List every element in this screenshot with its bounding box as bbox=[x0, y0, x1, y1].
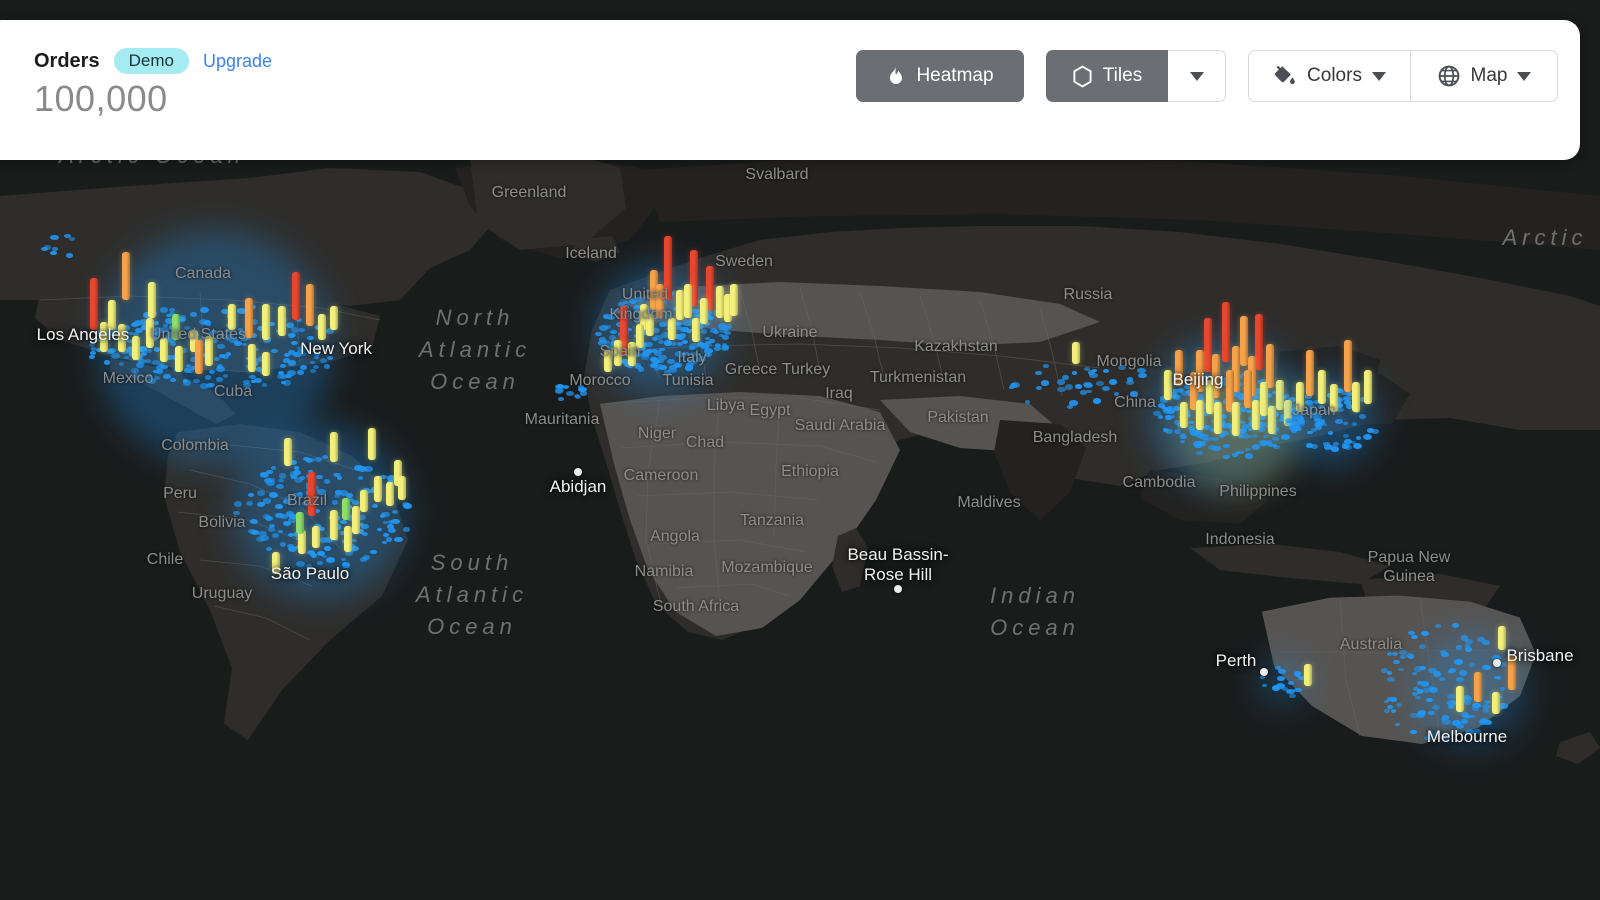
colors-button[interactable]: Colors bbox=[1248, 50, 1410, 102]
chevron-down-icon bbox=[1517, 71, 1532, 81]
title-row: Orders Demo Upgrade bbox=[34, 48, 272, 74]
hexagon-icon bbox=[1072, 65, 1093, 88]
tiles-button[interactable]: Tiles bbox=[1046, 50, 1168, 102]
flame-icon bbox=[886, 65, 906, 87]
map-toolbar: Heatmap Tiles Colors Map bbox=[856, 50, 1558, 102]
colors-button-label: Colors bbox=[1307, 65, 1362, 86]
metric-value: 100,000 bbox=[34, 78, 168, 119]
stats-panel: Orders Demo Upgrade 100,000 Heatmap Tile… bbox=[0, 20, 1580, 160]
globe-icon bbox=[1437, 64, 1461, 88]
tiles-button-label: Tiles bbox=[1102, 65, 1143, 86]
panel-heading: Orders Demo Upgrade 100,000 bbox=[34, 48, 272, 119]
heatmap-button[interactable]: Heatmap bbox=[856, 50, 1024, 102]
upgrade-link[interactable]: Upgrade bbox=[203, 51, 272, 72]
chevron-down-icon bbox=[1371, 71, 1386, 81]
status-badge: Demo bbox=[113, 48, 189, 74]
chevron-down-icon bbox=[1189, 71, 1204, 81]
tiles-dropdown-button[interactable] bbox=[1168, 50, 1226, 102]
style-button-group: Colors Map bbox=[1248, 50, 1558, 102]
heatmap-button-label: Heatmap bbox=[916, 65, 994, 86]
page-title: Orders bbox=[34, 49, 100, 72]
map-style-button-label: Map bbox=[1470, 65, 1508, 86]
tiles-button-group: Tiles bbox=[1046, 50, 1226, 102]
map-style-button[interactable]: Map bbox=[1410, 50, 1558, 102]
paint-bucket-icon bbox=[1273, 64, 1297, 88]
